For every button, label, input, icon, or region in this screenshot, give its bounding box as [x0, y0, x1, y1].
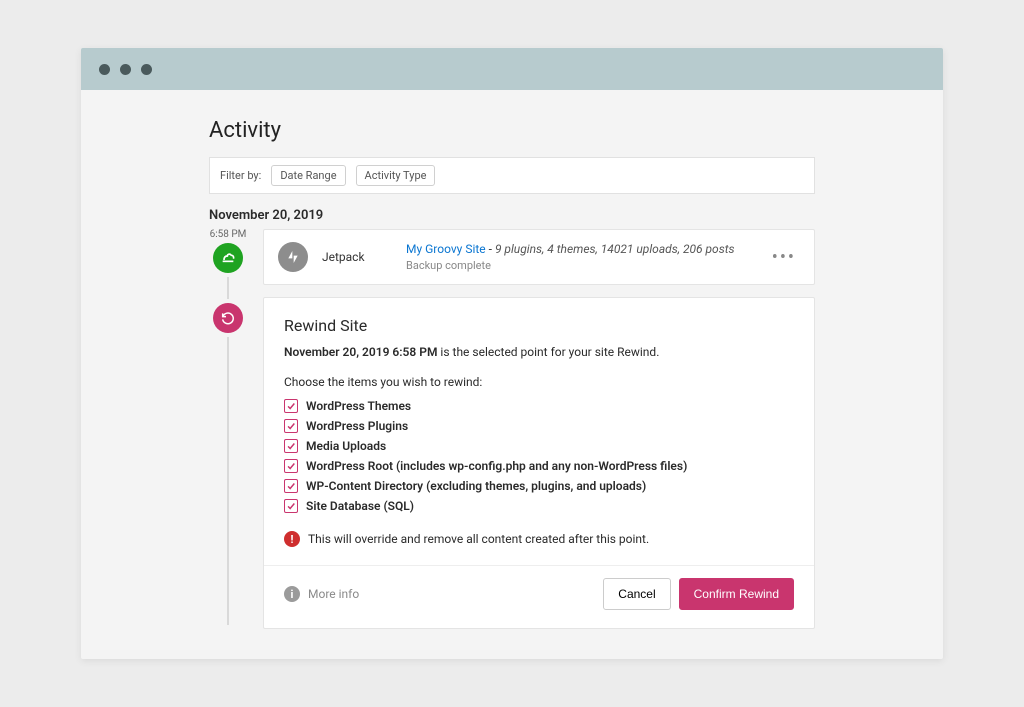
timeline: 6:58 PM	[209, 229, 815, 629]
rewind-warning: ! This will override and remove all cont…	[284, 531, 794, 547]
backup-info: My Groovy Site - 9 plugins, 4 themes, 14…	[406, 242, 754, 272]
backup-success-icon	[213, 243, 243, 273]
more-info-link[interactable]: More info	[308, 587, 595, 601]
page-content: Activity Filter by: Date Range Activity …	[81, 90, 943, 659]
rewind-checklist: WordPress Themes WordPress Plugins Media U…	[284, 399, 794, 513]
browser-titlebar	[81, 48, 943, 90]
rewind-check-label: Site Database (SQL)	[306, 499, 414, 513]
rewind-title: Rewind Site	[284, 316, 794, 335]
rewind-check-item: Media Uploads	[284, 439, 794, 453]
backup-app-name: Jetpack	[322, 250, 392, 264]
confirm-rewind-button[interactable]: Confirm Rewind	[679, 578, 794, 610]
rewind-choose-label: Choose the items you wish to rewind:	[284, 375, 794, 389]
checkbox[interactable]	[284, 499, 298, 513]
backup-status: Backup complete	[406, 259, 754, 272]
checkbox[interactable]	[284, 399, 298, 413]
rewind-check-item: WordPress Plugins	[284, 419, 794, 433]
backup-summary: 9 plugins, 4 themes, 14021 uploads, 206 …	[495, 242, 735, 256]
cancel-button[interactable]: Cancel	[603, 578, 670, 610]
site-link[interactable]: My Groovy Site	[406, 242, 486, 256]
checkbox[interactable]	[284, 459, 298, 473]
more-menu-icon[interactable]: •••	[768, 247, 800, 268]
warning-text: This will override and remove all conten…	[308, 532, 649, 546]
rewind-check-item: WordPress Themes	[284, 399, 794, 413]
separator: -	[486, 242, 495, 256]
jetpack-icon	[278, 242, 308, 272]
rewind-check-item: WP-Content Directory (excluding themes, …	[284, 479, 794, 493]
rewind-selected-point: November 20, 2019 6:58 PM is the selecte…	[284, 345, 794, 359]
rewind-check-label: Media Uploads	[306, 439, 386, 453]
filter-bar: Filter by: Date Range Activity Type	[209, 157, 815, 194]
rewind-check-item: Site Database (SQL)	[284, 499, 794, 513]
window-dot	[99, 64, 110, 75]
page-title: Activity	[209, 118, 815, 143]
warning-icon: !	[284, 531, 300, 547]
rewind-check-item: WordPress Root (includes wp-config.php a…	[284, 459, 794, 473]
rewind-icon	[213, 303, 243, 333]
checkbox[interactable]	[284, 419, 298, 433]
timeline-date: November 20, 2019	[209, 208, 815, 223]
filter-label: Filter by:	[220, 169, 261, 182]
rewind-check-label: WordPress Plugins	[306, 419, 408, 433]
timeline-time: 6:58 PM	[210, 229, 247, 240]
rewind-card: Rewind Site November 20, 2019 6:58 PM is…	[263, 297, 815, 629]
filter-activity-type[interactable]: Activity Type	[356, 165, 436, 186]
cards-column: Jetpack My Groovy Site - 9 plugins, 4 th…	[263, 229, 815, 629]
checkbox[interactable]	[284, 479, 298, 493]
rewind-check-label: WordPress Themes	[306, 399, 411, 413]
timeline-connector	[227, 277, 229, 299]
rewind-check-label: WP-Content Directory (excluding themes, …	[306, 479, 646, 493]
rewind-footer: i More info Cancel Confirm Rewind	[284, 566, 794, 610]
filter-date-range[interactable]: Date Range	[271, 165, 345, 186]
timeline-rail: 6:58 PM	[209, 229, 247, 629]
rewind-timestamp: November 20, 2019 6:58 PM	[284, 345, 437, 359]
window-dot	[141, 64, 152, 75]
window-dot	[120, 64, 131, 75]
rewind-check-label: WordPress Root (includes wp-config.php a…	[306, 459, 687, 473]
info-icon: i	[284, 586, 300, 602]
checkbox[interactable]	[284, 439, 298, 453]
backup-card: Jetpack My Groovy Site - 9 plugins, 4 th…	[263, 229, 815, 285]
timeline-connector	[227, 337, 229, 625]
browser-window: Activity Filter by: Date Range Activity …	[81, 48, 943, 659]
